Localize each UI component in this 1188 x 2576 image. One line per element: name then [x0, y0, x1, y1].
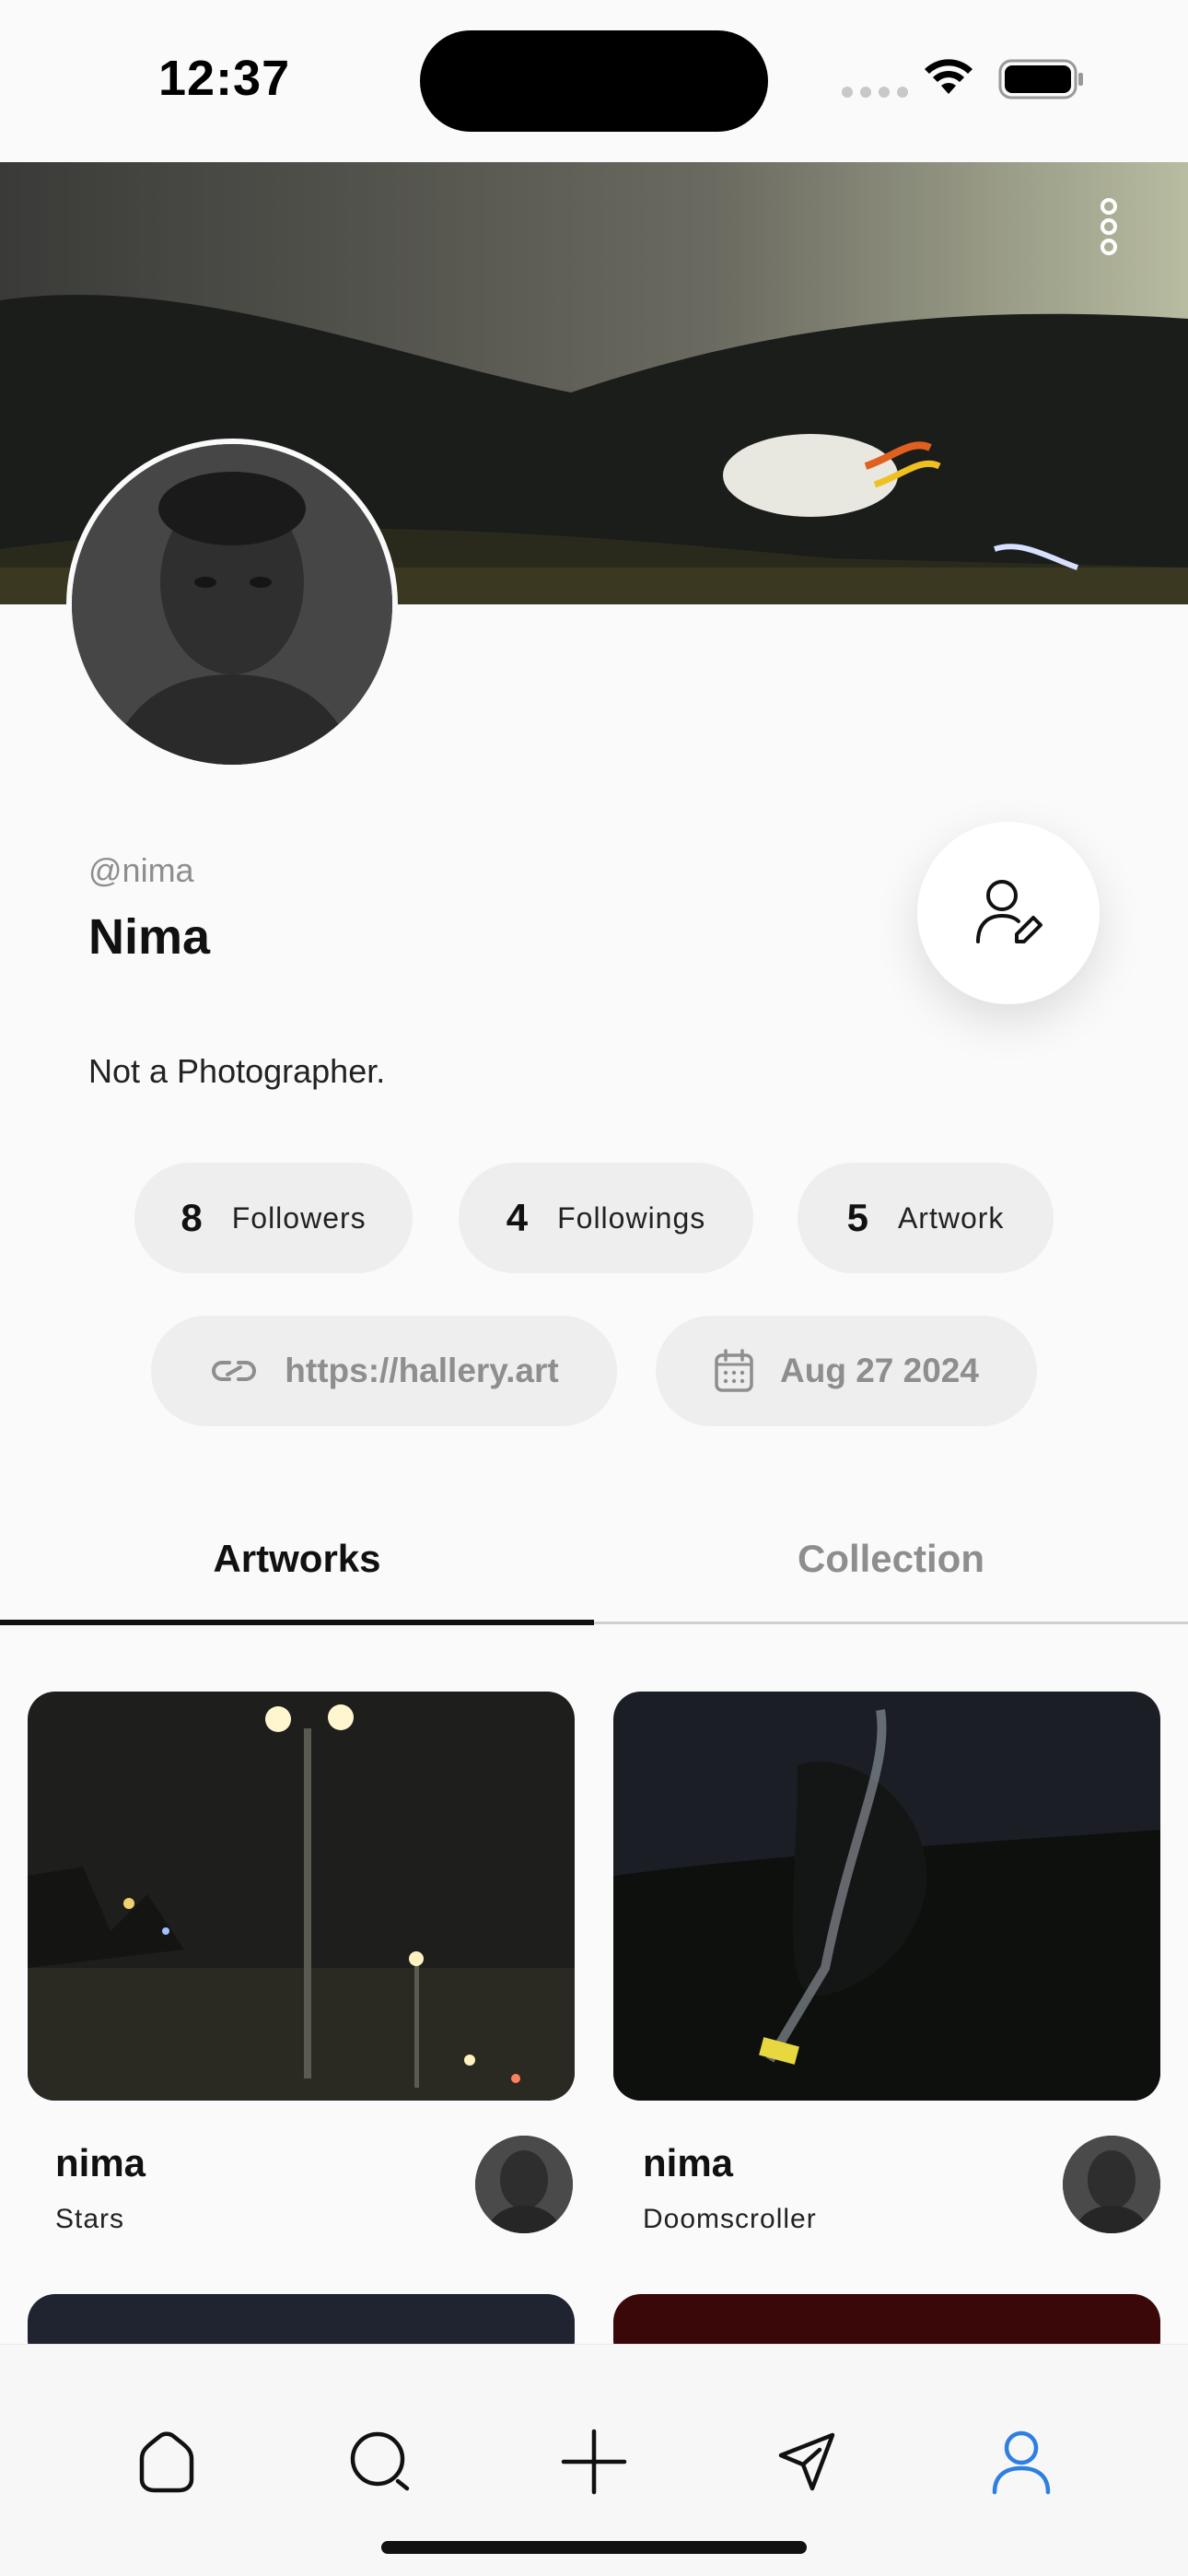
artwork-image[interactable] — [613, 1692, 1160, 2101]
home-icon — [139, 2431, 194, 2493]
battery-icon — [998, 59, 1083, 100]
followers-button[interactable]: 8 Followers — [134, 1163, 413, 1273]
followings-button[interactable]: 4 Followings — [459, 1163, 753, 1273]
artwork-author[interactable]: nima — [55, 2141, 146, 2185]
more-options-icon[interactable] — [1092, 197, 1125, 263]
artwork-title: Doomscroller — [643, 2204, 817, 2234]
link-icon — [212, 1361, 257, 1381]
nav-profile[interactable] — [980, 2420, 1063, 2503]
dynamic-island — [420, 30, 768, 132]
artwork-image[interactable] — [28, 1692, 575, 2101]
edit-profile-button[interactable] — [917, 822, 1100, 1004]
author-avatar[interactable] — [475, 2136, 573, 2233]
home-indicator — [381, 2541, 807, 2554]
search-icon — [350, 2431, 410, 2491]
artwork-count-button[interactable]: 5 Artwork — [798, 1163, 1054, 1273]
joined-date-text: Aug 27 2024 — [780, 1352, 979, 1389]
artwork-label: Artwork — [897, 1200, 1005, 1235]
artwork-count: 5 — [846, 1196, 868, 1239]
nav-create[interactable] — [553, 2420, 635, 2503]
followings-count: 4 — [506, 1196, 529, 1239]
plus-icon — [561, 2429, 627, 2495]
calendar-icon — [715, 1349, 753, 1392]
nav-home[interactable] — [125, 2420, 208, 2503]
nav-search[interactable] — [339, 2420, 422, 2503]
profile-name: Nima — [88, 909, 211, 965]
profile-avatar — [66, 439, 398, 770]
user-edit-icon — [976, 880, 1042, 943]
wifi-icon — [925, 59, 973, 94]
profile-icon — [992, 2430, 1051, 2495]
followings-label: Followings — [557, 1200, 706, 1235]
nav-messages[interactable] — [766, 2420, 849, 2503]
artwork-title: Stars — [55, 2204, 125, 2234]
status-time: 12:37 — [158, 51, 291, 106]
status-bar: 12:37 — [0, 0, 1188, 162]
website-link-text: https://hallery.art — [285, 1352, 559, 1389]
tab-active-indicator — [0, 1620, 594, 1625]
tab-artworks[interactable]: Artworks — [0, 1507, 594, 1627]
profile-handle: @nima — [88, 851, 194, 889]
cellular-signal-icon — [842, 87, 908, 98]
artwork-author[interactable]: nima — [643, 2141, 733, 2185]
author-avatar[interactable] — [1063, 2136, 1160, 2233]
website-link[interactable]: https://hallery.art — [151, 1316, 617, 1426]
followers-label: Followers — [231, 1200, 367, 1235]
profile-bio: Not a Photographer. — [88, 1052, 386, 1090]
followers-count: 8 — [181, 1196, 203, 1239]
tab-collection[interactable]: Collection — [594, 1507, 1188, 1627]
joined-date: Aug 27 2024 — [656, 1316, 1037, 1426]
send-icon — [778, 2432, 835, 2491]
